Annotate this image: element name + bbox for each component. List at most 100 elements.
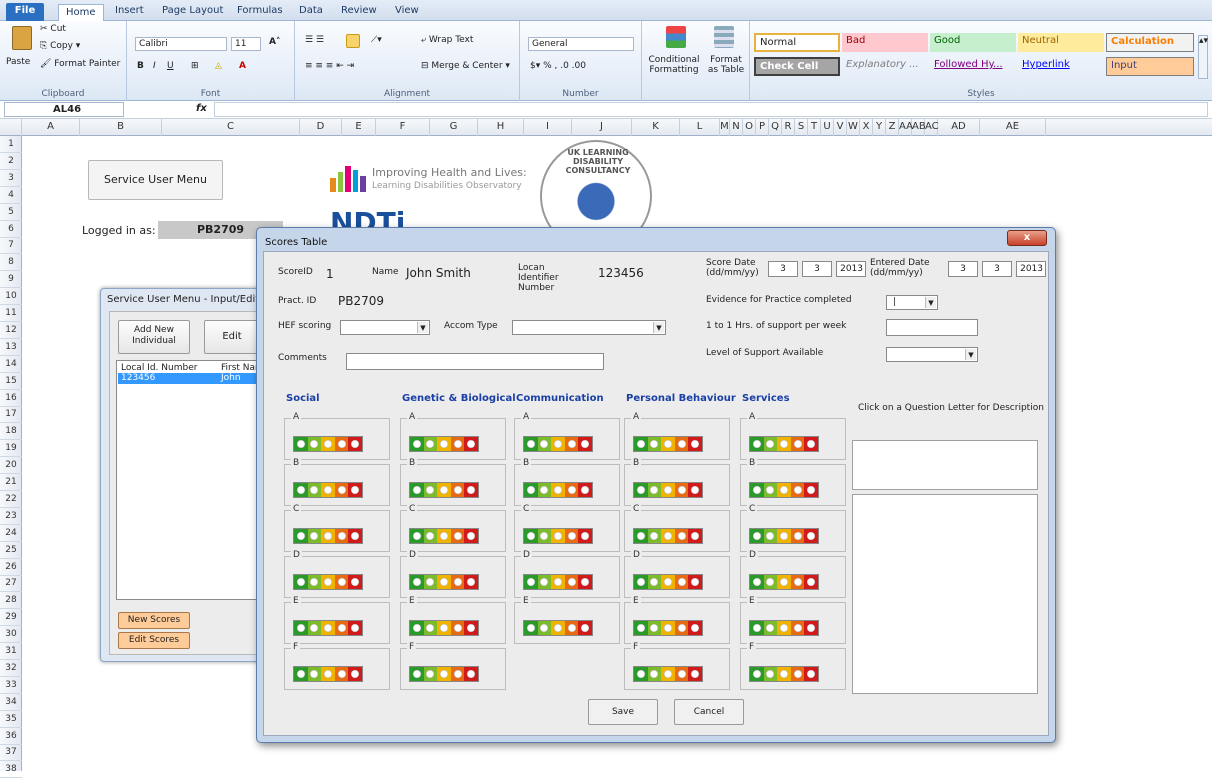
column-header[interactable]: Z [886, 119, 899, 136]
score-option[interactable] [674, 575, 689, 589]
score-option[interactable] [804, 667, 818, 681]
score-option[interactable] [750, 575, 764, 589]
question-letter[interactable]: D [747, 550, 758, 560]
score-option[interactable] [564, 621, 579, 635]
score-option[interactable] [537, 529, 552, 543]
row-header[interactable]: 11 [0, 305, 22, 322]
score-option[interactable] [537, 483, 552, 497]
score-option[interactable] [578, 483, 592, 497]
row-header[interactable]: 1 [0, 136, 22, 153]
column-header[interactable]: B [80, 119, 162, 136]
question-letter[interactable]: F [407, 642, 417, 652]
tab-data[interactable]: Data [292, 3, 330, 21]
score-option[interactable] [334, 437, 349, 451]
paste-button[interactable]: Paste [6, 57, 30, 67]
font-color-icon[interactable]: A [239, 61, 246, 71]
row-header[interactable]: 23 [0, 508, 22, 525]
name-box[interactable]: AL46 [4, 102, 124, 117]
question-letter[interactable]: A [407, 412, 418, 422]
question-letter[interactable]: C [521, 504, 532, 514]
column-header[interactable]: J [572, 119, 632, 136]
entered-date-year[interactable]: 2013 [1016, 261, 1046, 277]
row-header[interactable]: 6 [0, 221, 22, 238]
format-table-button[interactable]: Format as Table [704, 55, 748, 75]
score-option[interactable] [634, 437, 648, 451]
style-neutral[interactable]: Neutral [1018, 33, 1104, 52]
score-option[interactable] [674, 529, 689, 543]
score-option[interactable] [674, 667, 689, 681]
score-option[interactable] [804, 621, 818, 635]
column-header[interactable]: A [22, 119, 80, 136]
score-option[interactable] [688, 529, 702, 543]
evidence-select[interactable]: | ▼ [886, 295, 938, 310]
row-header[interactable]: 19 [0, 440, 22, 458]
score-option[interactable] [777, 529, 791, 543]
column-header[interactable]: Q [769, 119, 782, 136]
paste-icon[interactable] [12, 26, 32, 50]
score-option[interactable] [804, 483, 818, 497]
column-header[interactable]: U [821, 119, 834, 136]
row-header[interactable]: 17 [0, 406, 22, 424]
score-option[interactable] [790, 483, 805, 497]
score-option[interactable] [334, 667, 349, 681]
score-option[interactable] [348, 437, 362, 451]
tab-formulas[interactable]: Formulas [230, 3, 290, 21]
question-letter[interactable]: F [747, 642, 757, 652]
entered-date-month[interactable]: 3 [982, 261, 1012, 277]
row-header[interactable]: 29 [0, 609, 22, 627]
score-option[interactable] [551, 529, 565, 543]
score-date-year[interactable]: 2013 [836, 261, 866, 277]
currency-icon[interactable]: $▾ % , .0 .00 [530, 61, 586, 71]
row-header[interactable]: 26 [0, 559, 22, 576]
score-option[interactable] [634, 483, 648, 497]
save-button[interactable]: Save [588, 699, 658, 725]
question-letter[interactable]: C [747, 504, 758, 514]
style-check-cell[interactable]: Check Cell [754, 57, 840, 76]
tab-view[interactable]: View [388, 3, 426, 21]
score-option[interactable] [551, 621, 565, 635]
orientation-icon[interactable]: ⟋▾ [371, 35, 382, 45]
service-user-menu-button[interactable]: Service User Menu [88, 160, 223, 200]
score-option[interactable] [464, 483, 478, 497]
score-option[interactable] [564, 483, 579, 497]
score-option[interactable] [763, 621, 778, 635]
row-header[interactable]: 35 [0, 711, 22, 728]
score-option[interactable] [661, 621, 675, 635]
column-header[interactable]: C [162, 119, 300, 136]
font-size-select[interactable]: 11 [231, 37, 261, 51]
score-option[interactable] [537, 437, 552, 451]
score-option[interactable] [777, 437, 791, 451]
border-icon[interactable]: ⊞ [191, 61, 199, 71]
conditional-formatting-icon[interactable] [666, 26, 686, 48]
format-table-icon[interactable] [714, 26, 734, 48]
score-option[interactable] [437, 437, 451, 451]
row-header[interactable]: 13 [0, 339, 22, 356]
column-header[interactable]: W [847, 119, 860, 136]
style-good[interactable]: Good [930, 33, 1016, 52]
edit-scores-button[interactable]: Edit Scores [118, 632, 190, 649]
score-option[interactable] [777, 483, 791, 497]
score-option[interactable] [410, 621, 424, 635]
row-header[interactable]: 14 [0, 356, 22, 373]
tab-file[interactable]: File [6, 3, 44, 21]
score-option[interactable] [307, 621, 322, 635]
score-option[interactable] [450, 483, 465, 497]
question-letter[interactable]: A [747, 412, 758, 422]
accom-type-select[interactable]: ▼ [512, 320, 666, 335]
row-header[interactable]: 38 [0, 761, 22, 778]
align-top-icon[interactable]: ☰ ☰ [305, 35, 324, 45]
score-option[interactable] [524, 529, 538, 543]
score-option[interactable] [307, 575, 322, 589]
score-date-day[interactable]: 3 [768, 261, 798, 277]
column-header[interactable]: D [300, 119, 342, 136]
column-header[interactable]: P [756, 119, 769, 136]
score-option[interactable] [410, 575, 424, 589]
score-option[interactable] [307, 437, 322, 451]
score-option[interactable] [777, 575, 791, 589]
score-option[interactable] [564, 437, 579, 451]
question-letter[interactable]: E [291, 596, 301, 606]
score-option[interactable] [464, 575, 478, 589]
close-button[interactable]: x [1007, 230, 1047, 246]
copy-button[interactable]: ⎘ Copy ▾ [40, 41, 80, 51]
row-header[interactable]: 16 [0, 390, 22, 407]
